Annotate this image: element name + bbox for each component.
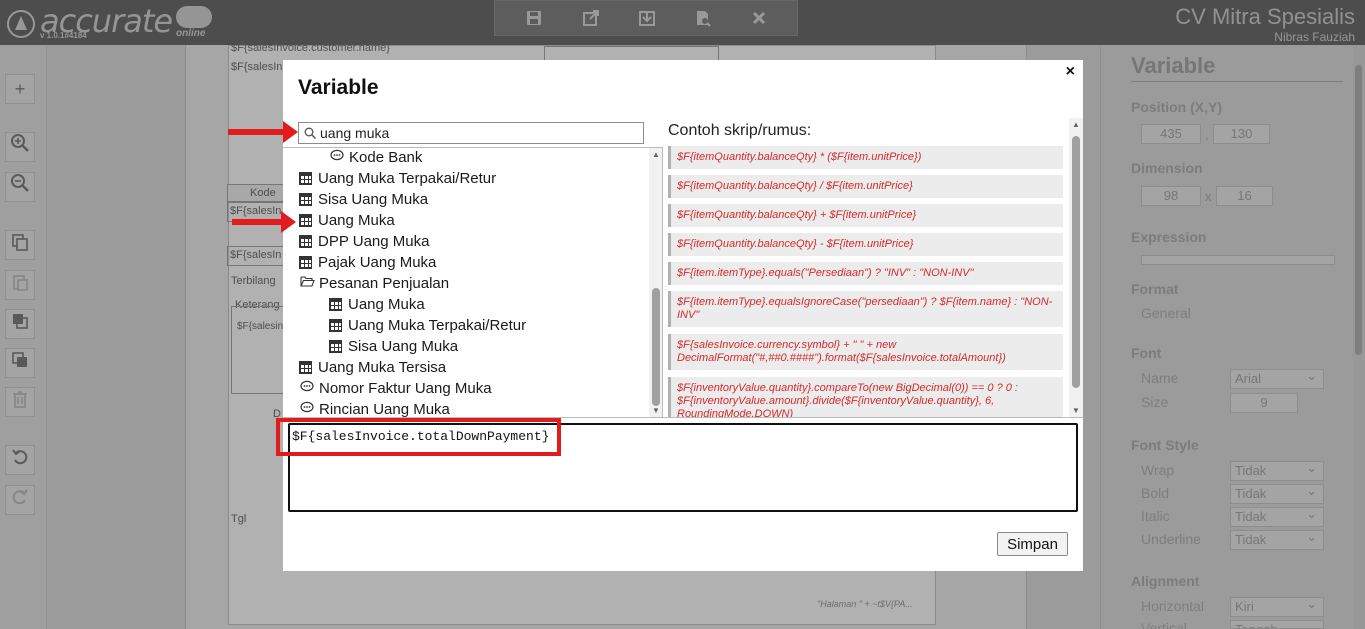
- dialog-close-button[interactable]: ×: [1066, 63, 1075, 81]
- annotation-arrow-uang-muka: [232, 211, 296, 233]
- tree-scroll-thumb[interactable]: [652, 288, 660, 406]
- table-icon: [299, 193, 312, 206]
- tree-item[interactable]: Pajak Uang Muka: [299, 253, 436, 273]
- example-script[interactable]: $F{salesInvoice.currency.symbol} + " " +…: [668, 334, 1063, 370]
- tree-item-label: Uang Muka Terpakai/Retur: [348, 317, 527, 334]
- variable-tree[interactable]: Rincian Uang Muka Nomor Faktur Uang Muka U…: [283, 147, 663, 418]
- variable-dialog: Variable × Rincian Uang Muka Nomor Faktur…: [283, 60, 1083, 571]
- example-script[interactable]: $F{item.itemType}.equals("Persediaan") ?…: [668, 262, 1063, 285]
- tree-item-label: DPP Uang Muka: [318, 233, 430, 250]
- tree-item-label: Sisa Uang Muka: [318, 191, 429, 208]
- annotation-arrow-search: [228, 121, 298, 143]
- tree-item[interactable]: Sisa Uang Muka: [299, 190, 428, 210]
- tree-item-label: Uang Muka Tersisa: [318, 359, 447, 376]
- tree-scrollbar[interactable]: ▲ ▼: [649, 148, 662, 418]
- table-icon: [299, 361, 312, 374]
- tree-item[interactable]: Uang Muka Tersisa: [299, 358, 446, 378]
- examples-scroll-down-icon[interactable]: ▼: [1072, 406, 1080, 415]
- example-script[interactable]: $F{itemQuantity.balanceQty} + $F{item.un…: [668, 204, 1063, 227]
- tree-item-label: Kode Bank: [349, 149, 423, 166]
- tree-item-label: Sisa Uang Muka: [348, 338, 459, 355]
- examples-title: Contoh skrip/rumus:: [668, 122, 812, 139]
- tree-item-label: Uang Muka Terpakai/Retur: [318, 170, 497, 187]
- example-script[interactable]: $F{itemQuantity.balanceQty} / $F{item.un…: [668, 175, 1063, 198]
- tree-item[interactable]: Uang Muka Terpakai/Retur: [299, 169, 496, 189]
- comment-icon: [299, 379, 315, 399]
- comment-icon: [329, 148, 345, 168]
- example-script[interactable]: $F{item.itemType}.equalsIgnoreCase("pers…: [668, 291, 1063, 327]
- example-script[interactable]: $F{itemQuantity.balanceQty} - $F{item.un…: [668, 233, 1063, 256]
- folder-open-icon: [299, 274, 315, 294]
- variable-search[interactable]: [298, 122, 644, 144]
- tree-item-label: Rincian Uang Muka: [319, 401, 450, 418]
- table-icon: [329, 298, 342, 311]
- tree-item[interactable]: Nomor Faktur Uang Muka: [299, 379, 492, 399]
- examples-scroll-up-icon[interactable]: ▲: [1072, 120, 1080, 129]
- tree-item-label: Uang Muka: [318, 212, 395, 229]
- example-script[interactable]: $F{inventoryValue.quantity}.compareTo(ne…: [668, 377, 1063, 418]
- dialog-title: Variable: [298, 76, 379, 99]
- tree-item-label: Uang Muka: [348, 296, 425, 313]
- tree-item[interactable]: Pesanan Penjualan: [299, 274, 449, 294]
- table-icon: [329, 340, 342, 353]
- example-script[interactable]: $F{itemQuantity.balanceQty} * ($F{item.u…: [668, 146, 1063, 169]
- tree-item[interactable]: Rincian Uang Muka: [299, 400, 450, 418]
- tree-item[interactable]: DPP Uang Muka: [299, 232, 429, 252]
- search-icon: [304, 127, 316, 139]
- scroll-up-icon[interactable]: ▲: [652, 150, 660, 159]
- examples-scrollbar[interactable]: ▲ ▼: [1069, 118, 1083, 418]
- tree-item[interactable]: Uang Muka: [329, 295, 425, 315]
- tree-item[interactable]: Kode Bank: [329, 148, 422, 168]
- table-icon: [299, 256, 312, 269]
- annotation-highlight-expression: [276, 418, 561, 456]
- save-button[interactable]: Simpan: [997, 532, 1068, 556]
- tree-item-label: Nomor Faktur Uang Muka: [319, 380, 492, 397]
- table-icon: [299, 214, 312, 227]
- examples-scroll-thumb[interactable]: [1072, 136, 1080, 388]
- table-icon: [329, 319, 342, 332]
- comment-icon: [299, 400, 315, 418]
- table-icon: [299, 235, 312, 248]
- tree-item[interactable]: Sisa Uang Muka: [329, 337, 458, 357]
- tree-item-label: Pajak Uang Muka: [318, 254, 437, 271]
- tree-item[interactable]: Uang Muka: [299, 211, 395, 231]
- scroll-down-icon[interactable]: ▼: [652, 406, 660, 415]
- table-icon: [299, 172, 312, 185]
- tree-item-label: Pesanan Penjualan: [319, 275, 450, 292]
- tree-item[interactable]: Uang Muka Terpakai/Retur: [329, 316, 526, 336]
- search-input[interactable]: [320, 124, 638, 142]
- examples-panel: Contoh skrip/rumus: ▲ ▼ $F{itemQuantity.…: [663, 118, 1083, 418]
